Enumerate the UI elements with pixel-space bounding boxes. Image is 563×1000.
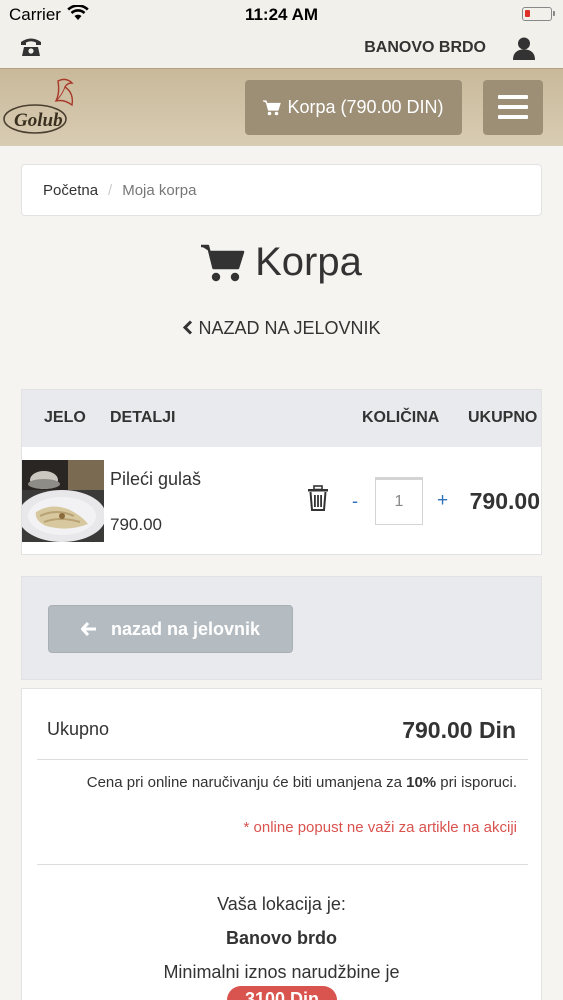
- quantity-increase-button[interactable]: +: [437, 490, 448, 512]
- back-to-menu-button[interactable]: nazad na jelovnik: [48, 605, 293, 653]
- min-order-label: Minimalni iznos narudžbine je: [163, 962, 400, 982]
- phone-icon[interactable]: [19, 36, 43, 58]
- back-to-menu-link[interactable]: NAZAD NA JELOVNIK: [0, 318, 563, 339]
- cart-table: JELO DETALJI KOLIČINA UKUPNO Pileći gula…: [21, 389, 542, 555]
- breadcrumb-separator: /: [108, 181, 113, 199]
- min-order-badge: 3100 Din: [227, 986, 337, 1000]
- total-label: Ukupno: [47, 719, 110, 739]
- trash-icon[interactable]: [307, 485, 329, 511]
- discount-note: Cena pri online naručivanju će biti uman…: [86, 774, 517, 791]
- top-bar: BANOVO BRDO: [0, 28, 563, 68]
- menu-icon[interactable]: [483, 80, 543, 135]
- battery-icon: [522, 7, 555, 21]
- cart-icon: [263, 99, 282, 115]
- page-title-text: Korpa: [255, 240, 362, 284]
- location-label: Vaša lokacija je:: [217, 894, 346, 914]
- header-details: DETALJI: [110, 409, 176, 426]
- divider: [37, 864, 528, 865]
- discount-percent: 10%: [406, 774, 437, 791]
- table-header: JELO DETALJI KOLIČINA UKUPNO: [22, 390, 541, 447]
- status-bar: Carrier 11:24 AM: [0, 0, 563, 28]
- chevron-left-icon: [183, 320, 193, 335]
- back-panel: nazad na jelovnik: [21, 576, 542, 680]
- back-to-menu-label: NAZAD NA JELOVNIK: [198, 318, 381, 338]
- quantity-decrease-button[interactable]: -: [352, 491, 358, 512]
- item-name: Pileći gulaš: [110, 469, 202, 489]
- cart-icon: [201, 244, 245, 281]
- total-value: 790.00 Din: [402, 717, 516, 743]
- golub-logo[interactable]: Golub: [2, 75, 82, 141]
- header-quantity: KOLIČINA: [362, 409, 440, 426]
- item-image[interactable]: [22, 460, 104, 542]
- header-item: JELO: [44, 409, 86, 426]
- quantity-input[interactable]: 1: [375, 477, 423, 525]
- divider: [37, 759, 528, 760]
- cart-button[interactable]: Korpa (790.00 DIN): [245, 80, 462, 135]
- arrow-left-icon: [80, 622, 96, 636]
- cart-button-label: Korpa (790.00 DIN): [287, 97, 444, 117]
- promo-note: * online popust ne važi za artikle na ak…: [243, 819, 518, 836]
- location-link[interactable]: BANOVO BRDO: [364, 39, 486, 57]
- breadcrumb: Početna / Moja korpa: [21, 164, 542, 216]
- order-summary: Ukupno 790.00 Din Cena pri online naruči…: [21, 688, 542, 1000]
- location-name: Banovo brdo: [226, 928, 337, 948]
- item-price: 790.00: [110, 515, 162, 534]
- breadcrumb-current: Moja korpa: [122, 181, 197, 199]
- page-title: Korpa: [0, 240, 563, 285]
- item-total: 790.00: [469, 488, 540, 514]
- header-total: UKUPNO: [468, 409, 538, 426]
- back-button-label: nazad na jelovnik: [110, 618, 261, 639]
- logo-text: Golub: [14, 110, 63, 131]
- breadcrumb-home[interactable]: Početna: [43, 182, 98, 199]
- user-icon[interactable]: [512, 36, 536, 60]
- clock: 11:24 AM: [244, 5, 319, 24]
- site-header: Golub Korpa (790.00 DIN): [0, 68, 563, 146]
